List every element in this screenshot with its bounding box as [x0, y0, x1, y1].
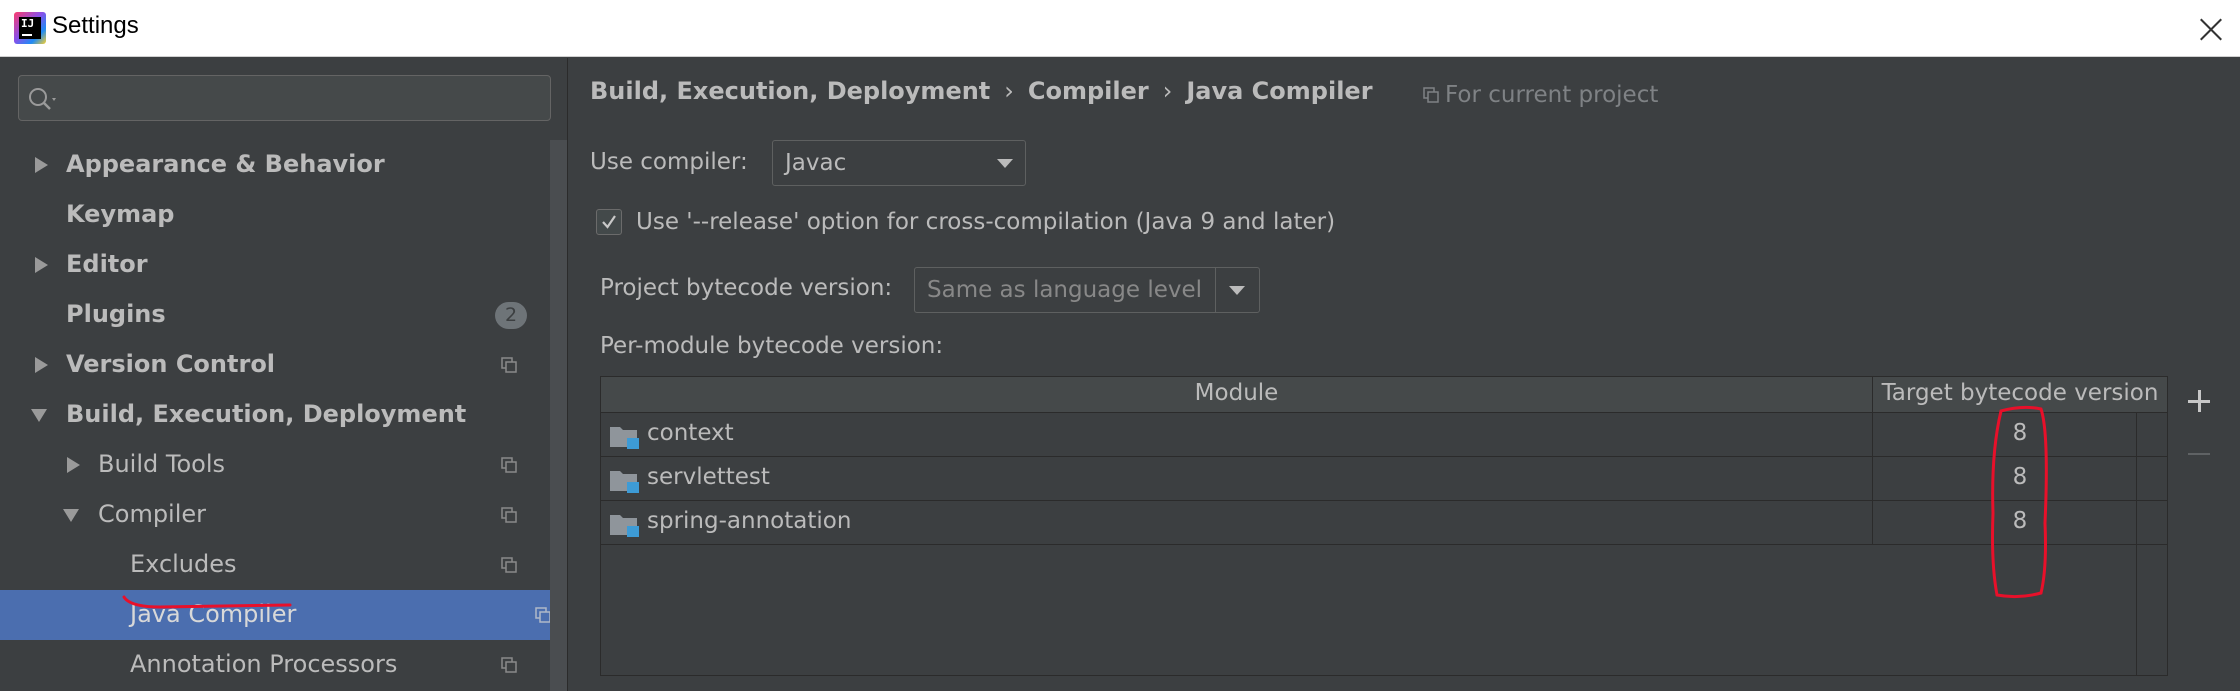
use-compiler-dropdown[interactable]: Javac: [772, 140, 1026, 186]
sidebar-item-annotation-processors[interactable]: Annotation Processors: [0, 640, 550, 690]
add-module-icon[interactable]: [2186, 388, 2212, 414]
settings-content: Build, Execution, Deployment › Compiler › Ja…: [568, 58, 2240, 691]
project-scope-icon: [535, 607, 551, 623]
breadcrumb-separator: ›: [1004, 77, 1014, 105]
sidebar-item-label: Appearance & Behavior: [66, 150, 385, 178]
module-name: spring-annotation: [647, 508, 852, 534]
remove-module-icon[interactable]: [2186, 441, 2212, 467]
target-version[interactable]: 8: [1873, 508, 2167, 534]
sidebar-item-compiler[interactable]: Compiler: [0, 490, 550, 540]
project-bytecode-label: Project bytecode version:: [600, 275, 893, 301]
breadcrumb-item: Compiler: [1027, 77, 1149, 105]
breadcrumb-item: Build, Execution, Deployment: [590, 77, 991, 105]
sidebar-item-label: Editor: [66, 250, 148, 278]
module-name: servlettest: [647, 464, 770, 490]
sidebar-item-label: Excludes: [130, 550, 237, 578]
target-version[interactable]: 8: [1873, 464, 2167, 490]
chevron-down-icon: [997, 159, 1013, 168]
project-scope-icon: [1423, 87, 1439, 103]
chevron-right-icon[interactable]: [64, 456, 82, 474]
search-icon: [29, 88, 56, 110]
sidebar-item-label: Compiler: [98, 500, 207, 528]
chevron-down-icon: [1229, 286, 1245, 295]
use-compiler-label: Use compiler:: [590, 149, 748, 175]
chevron-right-icon[interactable]: [32, 156, 50, 174]
sidebar-item-plugins[interactable]: Plugins 2: [0, 290, 550, 340]
sidebar-item-excludes[interactable]: Excludes: [0, 540, 550, 590]
sidebar-item-keymap[interactable]: Keymap: [0, 190, 550, 240]
chevron-right-icon[interactable]: [32, 256, 50, 274]
sidebar-item-version-control[interactable]: Version Control: [0, 340, 550, 390]
use-compiler-value: Javac: [785, 150, 847, 176]
sidebar-item-appearance-behavior[interactable]: Appearance & Behavior: [0, 140, 550, 190]
module-name: context: [647, 420, 734, 446]
settings-sidebar: Appearance & Behavior Keymap Editor Plug…: [0, 58, 568, 691]
sidebar-item-label: Java Compiler: [130, 600, 297, 628]
table-row[interactable]: spring-annotation 8: [601, 501, 2167, 545]
breadcrumb: Build, Execution, Deployment › Compiler › Ja…: [590, 76, 1373, 105]
module-folder-icon: [610, 515, 639, 537]
sidebar-item-label: Plugins: [66, 300, 166, 328]
target-version[interactable]: 8: [1873, 420, 2167, 446]
module-bytecode-table: Module Target bytecode version context 8…: [600, 376, 2168, 676]
plugins-count-badge: 2: [495, 302, 527, 329]
checkmark-icon: [602, 215, 616, 229]
sidebar-item-label: Version Control: [66, 350, 276, 378]
release-option-label[interactable]: Use '--release' option for cross-compila…: [636, 209, 1335, 235]
sidebar-item-label: Keymap: [66, 200, 175, 228]
column-header-target-version[interactable]: Target bytecode version: [1873, 380, 2167, 406]
chevron-down-icon[interactable]: [62, 506, 80, 524]
scope-note-text: For current project: [1445, 82, 1659, 108]
module-folder-icon: [610, 427, 639, 449]
module-folder-icon: [610, 471, 639, 493]
sidebar-item-label: Annotation Processors: [130, 650, 398, 678]
window-title: Settings: [52, 12, 139, 39]
sidebar-item-editor[interactable]: Editor: [0, 240, 550, 290]
chevron-down-icon[interactable]: [30, 406, 48, 424]
close-icon[interactable]: [2196, 14, 2226, 44]
table-row[interactable]: servlettest 8: [601, 457, 2167, 501]
sidebar-item-label: Build Tools: [98, 450, 225, 478]
sidebar-item-java-compiler[interactable]: Java Compiler: [0, 590, 567, 640]
per-module-label: Per-module bytecode version:: [600, 333, 944, 359]
table-header: Module Target bytecode version: [601, 377, 2167, 413]
sidebar-item-build-tools[interactable]: Build Tools: [0, 440, 550, 490]
column-header-module[interactable]: Module: [601, 380, 1872, 406]
project-scope-icon: [501, 507, 517, 523]
release-option-checkbox[interactable]: [596, 209, 622, 235]
sidebar-item-build-execution-deployment[interactable]: Build, Execution, Deployment: [0, 390, 550, 440]
table-vertical-divider: [2136, 413, 2137, 675]
project-scope-icon: [501, 657, 517, 673]
sidebar-scrollbar[interactable]: [550, 140, 567, 691]
chevron-right-icon[interactable]: [32, 356, 50, 374]
project-scope-icon: [501, 357, 517, 373]
project-bytecode-dropdown[interactable]: Same as language level: [914, 267, 1260, 313]
search-input[interactable]: [63, 82, 547, 116]
project-scope-icon: [501, 457, 517, 473]
project-scope-icon: [501, 557, 517, 573]
scope-note: For current project: [1423, 82, 1658, 108]
dropdown-divider: [1215, 268, 1216, 312]
intellij-logo-icon: IJ: [14, 12, 46, 44]
search-box[interactable]: [18, 75, 551, 121]
breadcrumb-item: Java Compiler: [1186, 77, 1373, 105]
breadcrumb-separator: ›: [1162, 77, 1173, 105]
project-bytecode-value: Same as language level: [927, 277, 1203, 303]
table-row[interactable]: context 8: [601, 413, 2167, 457]
sidebar-item-label: Build, Execution, Deployment: [66, 400, 467, 428]
title-bar: IJ Settings: [0, 0, 2240, 57]
